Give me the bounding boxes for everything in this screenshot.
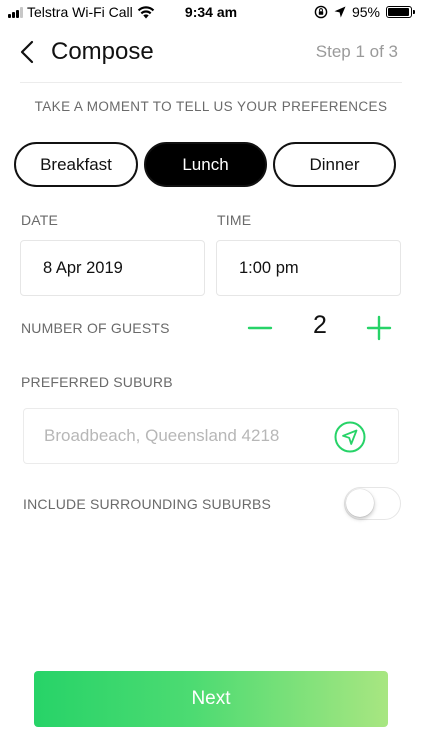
date-field[interactable]: 8 Apr 2019	[20, 240, 205, 296]
location-arrow-icon	[334, 6, 346, 18]
page-title: Compose	[51, 38, 154, 65]
guests-label: NUMBER OF GUESTS	[21, 320, 170, 336]
battery-icon	[386, 6, 415, 18]
meal-dinner-button[interactable]: Dinner	[273, 142, 396, 187]
meal-breakfast-button[interactable]: Breakfast	[14, 142, 138, 187]
step-indicator: Step 1 of 3	[315, 42, 398, 61]
time-field[interactable]: 1:00 pm	[216, 240, 401, 296]
status-right: 95%	[314, 4, 415, 20]
time-label: TIME	[217, 212, 252, 228]
increment-guests-button[interactable]	[365, 314, 393, 342]
suburb-input[interactable]	[44, 409, 324, 463]
meal-lunch-button[interactable]: Lunch	[144, 142, 267, 187]
suburb-label: PREFERRED SUBURB	[21, 374, 173, 390]
surrounding-label: INCLUDE SURROUNDING SUBURBS	[23, 496, 272, 512]
toggle-knob	[346, 489, 374, 517]
date-label: DATE	[21, 212, 59, 228]
chevron-left-icon	[20, 40, 34, 64]
header: Compose Step 1 of 3	[0, 30, 422, 80]
decrement-guests-button[interactable]	[246, 314, 274, 342]
header-divider	[20, 82, 402, 83]
back-button[interactable]	[14, 38, 42, 66]
suburb-field-container	[23, 408, 399, 464]
next-button[interactable]: Next	[34, 671, 388, 727]
subtitle: TAKE A MOMENT TO TELL US YOUR PREFERENCE…	[34, 99, 388, 114]
status-bar: Telstra Wi-Fi Call 9:34 am 95%	[0, 0, 422, 26]
guests-count: 2	[313, 311, 327, 339]
orientation-lock-icon	[314, 5, 328, 19]
battery-fill	[388, 8, 409, 16]
surrounding-toggle[interactable]	[344, 487, 401, 520]
location-arrow-icon	[342, 429, 358, 445]
plus-icon	[366, 315, 392, 341]
battery-percent: 95%	[351, 4, 380, 20]
locate-button[interactable]	[334, 421, 366, 453]
